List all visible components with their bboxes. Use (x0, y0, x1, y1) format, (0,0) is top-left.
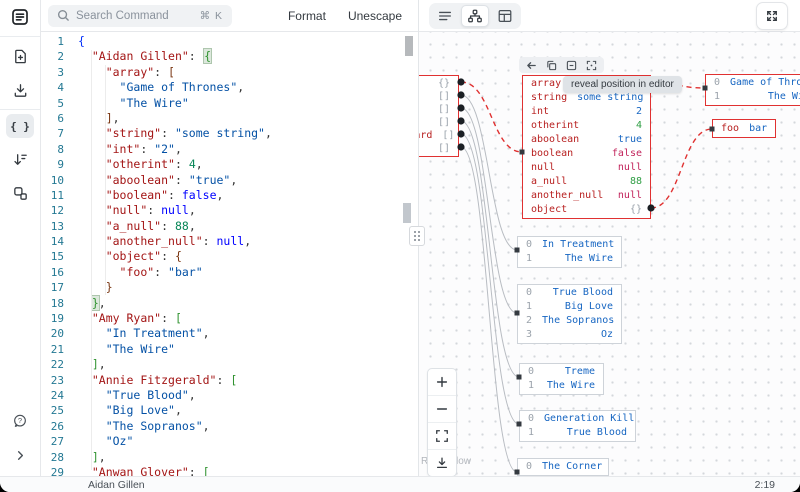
indent-guide (105, 65, 106, 295)
indent-guide (91, 50, 92, 470)
zoom-in-button[interactable] (428, 369, 456, 396)
table-view-icon (498, 9, 512, 22)
code-line[interactable]: 11 "boolean": false, (40, 188, 418, 203)
new-file-icon[interactable] (0, 39, 40, 73)
code-line[interactable]: 16 "foo": "bar" (40, 265, 418, 280)
code-editor[interactable]: 1{2 "Aidan Gillen": {3 "array": [4 "Game… (40, 32, 418, 476)
search-shortcut: ⌘ K (199, 9, 223, 22)
fit-view-button[interactable] (428, 423, 456, 450)
code-line[interactable]: 21 "The Wire" (40, 342, 418, 357)
code-line[interactable]: 14 "another_null": null, (40, 234, 418, 249)
graph-view-icon (468, 9, 482, 22)
fullscreen-icon (766, 10, 778, 21)
graph-topbar (419, 0, 800, 32)
editor-overview-ruler-marker (403, 203, 411, 223)
json-path-breadcrumb: Aidan Gillen (88, 478, 145, 491)
code-line[interactable]: 5 "The Wire" (40, 96, 418, 111)
editor-topbar: Search Command ⌘ K Format Unescape (40, 0, 418, 32)
reveal-position-tooltip: reveal position in editor (563, 76, 682, 93)
code-line[interactable]: 6 ], (40, 111, 418, 126)
editor-actions: Format Unescape (288, 9, 418, 23)
code-line[interactable]: 3 "array": [ (40, 65, 418, 80)
zoom-out-button[interactable] (428, 396, 456, 423)
sidebar-divider (0, 36, 40, 37)
code-line[interactable]: 15 "object": { (40, 249, 418, 264)
graph-canvas[interactable]: Aidan Gillen{}Amy Ryan[]Annie Fitzgerald… (419, 32, 800, 476)
zoom-controls (427, 368, 457, 476)
app-window: { } ? Search Command ⌘ K Format Unescape… (0, 0, 800, 492)
code-line[interactable]: 17 } (40, 280, 418, 295)
code-line[interactable]: 24 "True Blood", (40, 388, 418, 403)
sidebar-bottom: ? (0, 404, 40, 472)
search-command-input[interactable]: Search Command ⌘ K (48, 4, 232, 27)
unescape-button[interactable]: Unescape (348, 9, 402, 23)
graph-handles (457, 78, 715, 475)
code-line[interactable]: 27 "Oz" (40, 434, 418, 449)
code-line[interactable]: 7 "string": "some string", (40, 126, 418, 141)
code-line[interactable]: 12 "null": null, (40, 203, 418, 218)
json-editor-view-icon[interactable]: { } (6, 114, 34, 138)
code-line[interactable]: 25 "Big Love", (40, 403, 418, 418)
svg-text:?: ? (18, 416, 22, 425)
collapse-node-icon[interactable] (566, 60, 577, 71)
code-line[interactable]: 9 "otherint": 4, (40, 157, 418, 172)
list-view-icon (439, 11, 451, 20)
table-view-button[interactable] (491, 5, 519, 27)
code-line[interactable]: 28 ], (40, 450, 418, 465)
code-line[interactable]: 2 "Aidan Gillen": { (40, 49, 418, 64)
back-icon[interactable] (526, 60, 537, 71)
compare-icon[interactable] (0, 176, 40, 210)
graph-view-button[interactable] (461, 4, 489, 27)
panel-resize-handle[interactable] (409, 226, 425, 246)
code-line[interactable]: 23 "Annie Fitzgerald": [ (40, 373, 418, 388)
statusbar: Aidan Gillen 2:19 (0, 476, 800, 492)
code-line[interactable]: 29 "Anwan Glover": [ (40, 465, 418, 476)
sidebar-divider (0, 109, 40, 110)
cursor-position: 2:19 (754, 478, 775, 491)
download-icon[interactable] (0, 73, 40, 107)
code-lines: 1{2 "Aidan Gillen": {3 "array": [4 "Game… (40, 34, 418, 476)
code-line[interactable]: 10 "aboolean": "true", (40, 173, 418, 188)
sidebar: { } ? (0, 0, 41, 476)
format-button[interactable]: Format (288, 9, 326, 23)
download-image-button[interactable] (428, 450, 456, 476)
sort-icon[interactable] (0, 142, 40, 176)
list-view-button[interactable] (431, 5, 459, 27)
focus-node-icon[interactable] (586, 60, 597, 71)
graph-pane: Aidan Gillen{}Amy Ryan[]Annie Fitzgerald… (418, 0, 800, 476)
view-toggle-group (429, 2, 521, 29)
code-line[interactable]: 19 "Amy Ryan": [ (40, 311, 418, 326)
collapse-sidebar-chevron-icon[interactable] (0, 438, 40, 472)
editor-scrollbar-thumb[interactable] (405, 36, 413, 56)
help-icon[interactable]: ? (0, 404, 40, 438)
code-line[interactable]: 1{ (40, 34, 418, 49)
code-line[interactable]: 8 "int": "2", (40, 142, 418, 157)
editor-pane: Search Command ⌘ K Format Unescape 1{2 "… (40, 0, 418, 476)
search-placeholder: Search Command (76, 9, 169, 22)
code-line[interactable]: 20 "In Treatment", (40, 326, 418, 341)
code-line[interactable]: 18 }, (40, 295, 418, 311)
code-line[interactable]: 13 "a_null": 88, (40, 219, 418, 234)
code-line[interactable]: 4 "Game of Thrones", (40, 80, 418, 95)
code-line[interactable]: 22 ], (40, 357, 418, 372)
search-icon (57, 9, 69, 21)
code-line[interactable]: 26 "The Sopranos", (40, 419, 418, 434)
app-logo-icon[interactable] (0, 0, 40, 34)
node-toolbar (519, 57, 604, 73)
fullscreen-button[interactable] (756, 1, 788, 30)
copy-icon[interactable] (546, 60, 557, 71)
